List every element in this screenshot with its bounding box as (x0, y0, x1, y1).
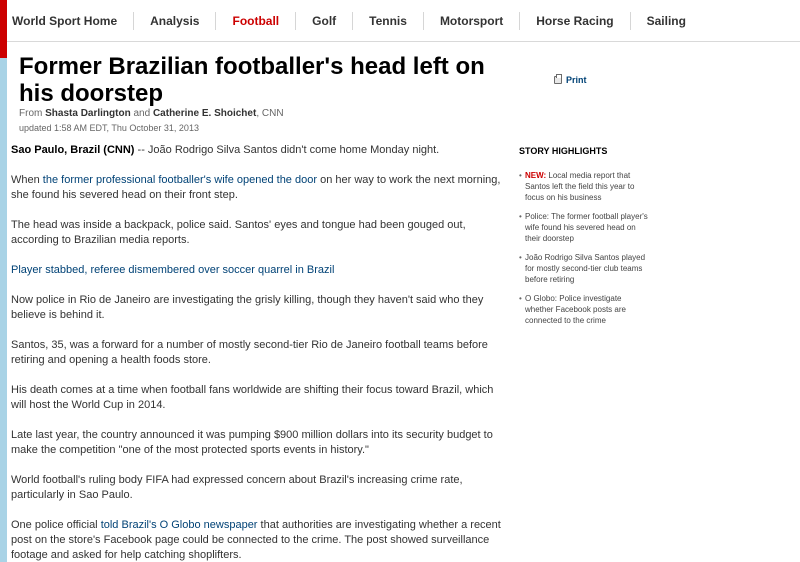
paragraph-1: Sao Paulo, Brazil (CNN) -- João Rodrigo … (11, 143, 506, 158)
nav-item-world-sport-home[interactable]: World Sport Home (7, 11, 135, 30)
paragraph-4: Player stabbed, referee dismembered over… (11, 263, 506, 278)
highlight-item: NEW: Local media report that Santos left… (519, 170, 649, 203)
top-navigation: World Sport Home Analysis Football Golf … (7, 0, 800, 42)
paragraph-3: The head was inside a backpack, police s… (11, 219, 466, 246)
article-headline: Former Brazilian footballer's head left … (19, 53, 485, 107)
paragraph-9: World football's ruling body FIFA had ex… (11, 474, 463, 501)
paragraph-5: Now police in Rio de Janeiro are investi… (11, 294, 484, 321)
paragraph-1-text: -- João Rodrigo Silva Santos didn't come… (134, 144, 440, 156)
updated-timestamp: updated 1:58 AM EDT, Thu October 31, 201… (19, 123, 199, 133)
highlight-item: João Rodrigo Silva Santos played for mos… (519, 252, 649, 285)
left-accent-bar-red (0, 0, 7, 58)
story-highlights: STORY HIGHLIGHTS NEW: Local media report… (519, 146, 649, 334)
nav-item-horse-racing[interactable]: Horse Racing (520, 11, 631, 30)
print-label: Print (566, 75, 587, 85)
author-link-2[interactable]: Catherine E. Shoichet (153, 108, 256, 119)
print-button[interactable]: Print (554, 74, 587, 85)
inline-link-wife-opened-door[interactable]: the former professional footballer's wif… (43, 174, 317, 186)
paragraph-2-pre: When (11, 174, 43, 186)
nav-item-analysis[interactable]: Analysis (134, 11, 217, 30)
highlight-item: O Globo: Police investigate whether Face… (519, 293, 649, 326)
story-highlights-list: NEW: Local media report that Santos left… (519, 170, 649, 326)
paragraph-6: Santos, 35, was a forward for a number o… (11, 339, 488, 366)
nav-item-tennis[interactable]: Tennis (353, 11, 424, 30)
story-highlights-title: STORY HIGHLIGHTS (519, 146, 608, 156)
nav-item-football[interactable]: Football (216, 11, 297, 30)
inline-link-o-globo[interactable]: told Brazil's O Globo newspaper (101, 519, 258, 531)
byline: From Shasta Darlington and Catherine E. … (19, 108, 284, 119)
paragraph-10-pre: One police official (11, 519, 101, 531)
printer-icon (554, 74, 562, 84)
dateline: Sao Paulo, Brazil (CNN) (11, 144, 135, 156)
nav-item-golf[interactable]: Golf (296, 11, 354, 30)
new-badge: NEW: (525, 171, 547, 180)
related-link-player-stabbed[interactable]: Player stabbed, referee dismembered over… (11, 264, 334, 276)
left-accent-bar (0, 0, 7, 562)
paragraph-8: Late last year, the country announced it… (11, 429, 493, 456)
highlight-item: Police: The former football player's wif… (519, 211, 649, 244)
nav-item-motorsport[interactable]: Motorsport (424, 11, 521, 30)
nav-item-sailing[interactable]: Sailing (631, 12, 702, 30)
byline-from: From (19, 108, 43, 119)
byline-source: , CNN (256, 108, 284, 119)
article-body: Sao Paulo, Brazil (CNN) -- João Rodrigo … (11, 143, 506, 562)
paragraph-7: His death comes at a time when football … (11, 384, 494, 411)
byline-and: and (133, 108, 151, 119)
paragraph-10: One police official told Brazil's O Glob… (11, 518, 506, 562)
author-link-1[interactable]: Shasta Darlington (45, 108, 131, 119)
paragraph-2: When the former professional footballer'… (11, 173, 506, 203)
